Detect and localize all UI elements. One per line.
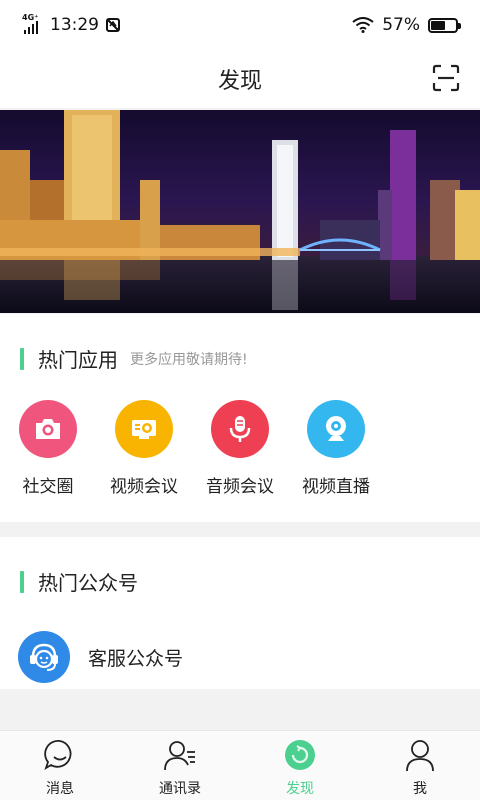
status-bar: 4G⁺ 13:29 57% [0, 0, 480, 50]
profile-icon[interactable] [403, 738, 437, 772]
battery-level [431, 20, 445, 30]
hot-apps-list: 社交圈 视频会议 音频会议 视频直播 [0, 400, 384, 497]
do-not-disturb-icon [106, 18, 120, 32]
app-social-circle[interactable]: 社交圈 [0, 400, 96, 497]
header: 发现 [0, 50, 480, 108]
status-right: 57% [352, 15, 461, 35]
tab-label: 我 [413, 781, 427, 797]
battery-percent: 57% [382, 15, 420, 35]
city-night-skyline [0, 110, 480, 313]
banner-image[interactable] [0, 110, 480, 313]
status-left: 4G⁺ 13:29 [22, 13, 121, 35]
video-conference-icon[interactable] [115, 400, 173, 458]
status-time: 13:29 [50, 15, 99, 35]
customer-service-icon[interactable] [18, 631, 70, 683]
discover-icon[interactable] [283, 738, 317, 772]
hot-apps-title: 热门应用 [38, 348, 118, 372]
bottom-tab-bar: 消息 通讯录 发现 我 [0, 730, 480, 800]
app-label: 音频会议 [206, 477, 274, 497]
hot-accounts-section: 热门公众号 客服公众号 [0, 537, 480, 689]
hot-apps-section: 热门应用 更多应用敬请期待! 社交圈 视频会议 音频会议 视频直播 [0, 314, 480, 522]
page-title: 发现 [217, 69, 262, 94]
app-label: 视频会议 [110, 477, 178, 497]
account-name: 客服公众号 [88, 647, 184, 670]
tab-contacts[interactable]: 通讯录 [120, 731, 240, 800]
app-audio-conference[interactable]: 音频会议 [192, 400, 288, 497]
webcam-icon[interactable] [307, 400, 365, 458]
hot-accounts-header: 热门公众号 [20, 567, 138, 596]
app-label: 视频直播 [302, 477, 370, 497]
message-icon[interactable] [43, 738, 77, 772]
camera-icon[interactable] [19, 400, 77, 458]
scan-icon[interactable] [432, 64, 460, 92]
tab-messages[interactable]: 消息 [0, 731, 120, 800]
wifi-icon [352, 17, 374, 33]
hot-apps-subtitle: 更多应用敬请期待! [130, 351, 248, 368]
section-accent-bar [20, 570, 24, 593]
hot-accounts-title: 热门公众号 [38, 571, 138, 595]
hot-apps-header: 热门应用 更多应用敬请期待! [20, 344, 248, 373]
app-label: 社交圈 [22, 477, 74, 497]
app-video-conference[interactable]: 视频会议 [96, 400, 192, 497]
cellular-signal-icon: 4G⁺ [22, 13, 44, 35]
contacts-icon[interactable] [163, 738, 197, 772]
tab-me[interactable]: 我 [360, 731, 480, 800]
tab-discover[interactable]: 发现 [240, 731, 360, 800]
account-item-customer-service[interactable]: 客服公众号 [18, 631, 183, 683]
tab-label: 发现 [286, 781, 314, 797]
tab-label: 消息 [46, 781, 74, 797]
app-live-video[interactable]: 视频直播 [288, 400, 384, 497]
section-accent-bar [20, 347, 24, 370]
battery-icon [428, 17, 461, 33]
microphone-icon[interactable] [211, 400, 269, 458]
tab-label: 通讯录 [159, 781, 201, 797]
